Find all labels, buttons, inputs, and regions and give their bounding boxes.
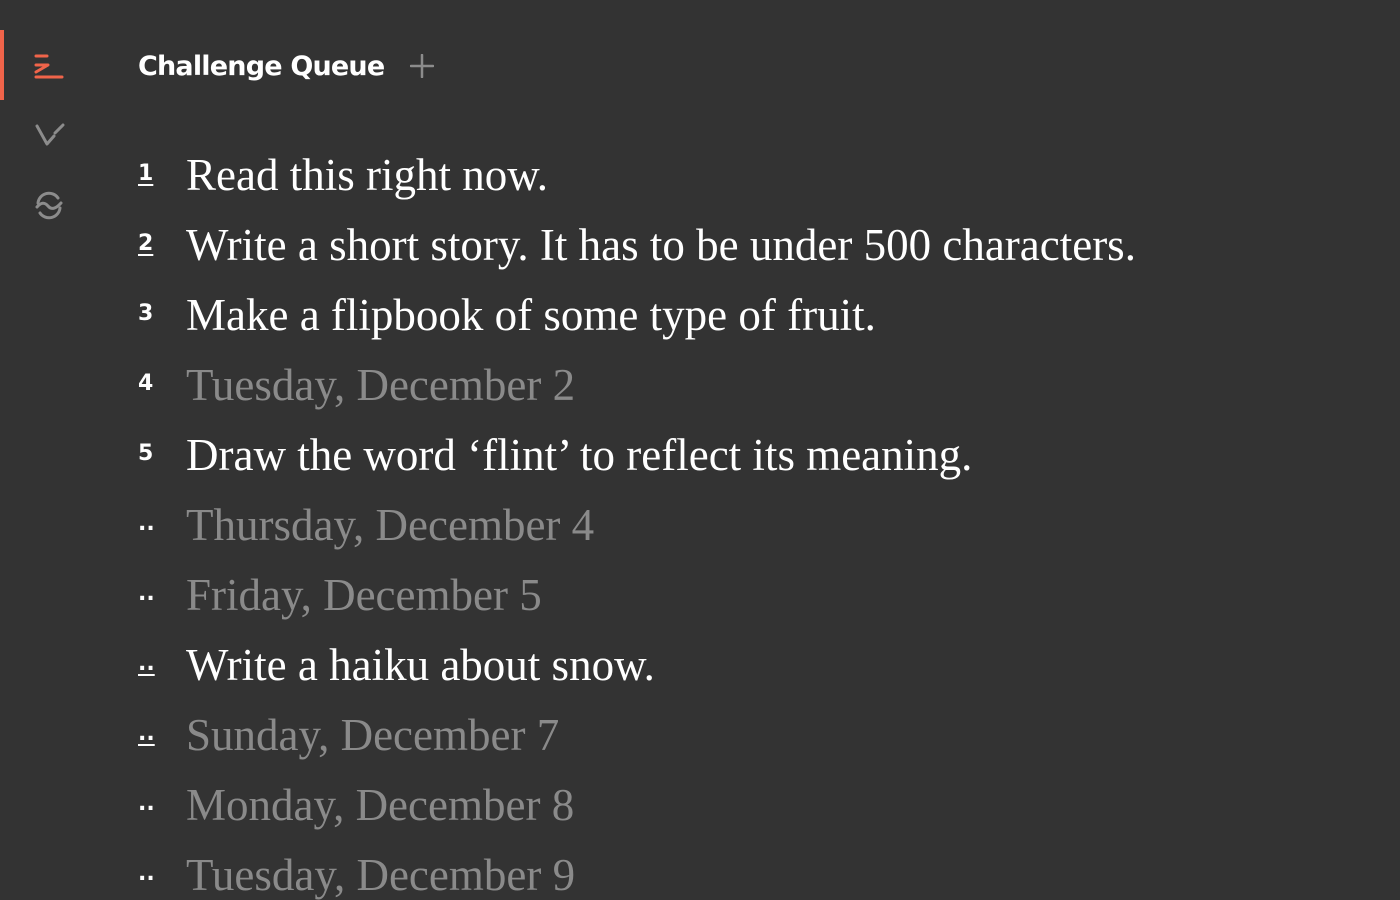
list-item[interactable]: .. Write a haiku about snow.	[138, 629, 1378, 699]
item-text: Write a short story. It has to be under …	[186, 220, 1136, 270]
item-text: Read this right now.	[186, 150, 549, 200]
item-text: Thursday, December 4	[186, 500, 595, 550]
list-item[interactable]: 3 Make a flipbook of some type of fruit.	[138, 279, 1378, 349]
item-text: Sunday, December 7	[186, 710, 560, 760]
list-item[interactable]: 2 Write a short story. It has to be unde…	[138, 209, 1378, 279]
sidebar-item-queue[interactable]	[0, 30, 100, 100]
item-number: ..	[138, 791, 155, 816]
sync-icon	[35, 191, 63, 220]
queue-icon	[34, 54, 64, 79]
page-title: Challenge Queue	[138, 50, 385, 82]
item-number: ..	[138, 651, 155, 676]
list-item[interactable]: .. Sunday, December 7	[138, 699, 1378, 769]
list-item[interactable]: .. Friday, December 5	[138, 559, 1378, 629]
check-icon	[35, 123, 65, 146]
list-item[interactable]: .. Tuesday, December 9	[138, 839, 1378, 900]
item-number: 5	[138, 441, 154, 466]
item-number: 1	[138, 161, 154, 186]
list-item[interactable]: 4 Tuesday, December 2	[138, 349, 1378, 419]
list-item[interactable]: .. Thursday, December 4	[138, 489, 1378, 559]
item-text: Make a flipbook of some type of fruit.	[186, 290, 876, 340]
list-item[interactable]: 5 Draw the word ‘flint’ to reflect its m…	[138, 419, 1378, 489]
item-number: 3	[138, 301, 154, 326]
item-text: Write a haiku about snow.	[186, 640, 655, 690]
item-text: Monday, December 8	[186, 780, 575, 830]
item-number: 2	[138, 231, 154, 256]
item-text: Draw the word ‘flint’ to reflect its mea…	[186, 430, 973, 480]
item-text: Tuesday, December 2	[186, 360, 576, 410]
item-number: ..	[138, 511, 155, 536]
item-number: 4	[138, 371, 154, 396]
item-number: ..	[138, 861, 155, 886]
item-number: ..	[138, 581, 155, 606]
challenge-list: 1 Read this right now. 2 Write a short s…	[138, 139, 1378, 900]
sidebar-item-sync[interactable]	[0, 170, 100, 240]
item-text: Tuesday, December 9	[186, 850, 576, 900]
add-challenge-button[interactable]	[408, 52, 436, 80]
item-text: Friday, December 5	[186, 570, 542, 620]
sidebar-item-done[interactable]	[0, 100, 100, 170]
list-item[interactable]: 1 Read this right now.	[138, 139, 1378, 209]
item-number: ..	[138, 721, 155, 746]
plus-icon	[410, 54, 435, 78]
header: Challenge Queue	[138, 44, 436, 88]
list-item[interactable]: .. Monday, December 8	[138, 769, 1378, 839]
sidebar	[0, 0, 100, 900]
